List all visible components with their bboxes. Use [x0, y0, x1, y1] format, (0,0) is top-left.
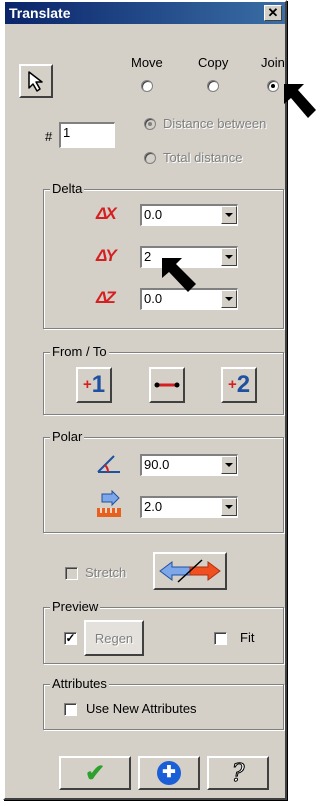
chevron-down-icon[interactable] — [221, 498, 237, 516]
vector-line-icon — [154, 382, 180, 388]
chevron-down-icon[interactable] — [221, 456, 237, 474]
preview-checkbox[interactable]: ✓ — [64, 632, 77, 645]
stretch-checkbox[interactable] — [65, 567, 78, 580]
polar-distance-combo[interactable]: 2.0 — [140, 496, 238, 518]
delta-x-combo[interactable]: 0.0 — [140, 204, 238, 226]
apply-button[interactable]: ✚ — [138, 756, 200, 790]
delta-y-label: ΔY — [96, 246, 117, 265]
count-input[interactable]: 1 — [59, 122, 115, 148]
distance-between-radio[interactable] — [144, 118, 156, 130]
attributes-title: Attributes — [50, 676, 109, 691]
polar-angle-combo[interactable]: 90.0 — [140, 454, 238, 476]
help-icon: ? — [231, 759, 245, 788]
join-radio[interactable] — [267, 80, 279, 92]
total-distance-label: Total distance — [163, 150, 243, 165]
stretch-direction-button[interactable] — [153, 552, 227, 590]
ok-button[interactable]: ✔ — [59, 756, 131, 790]
attributes-group: Attributes Use New Attributes — [43, 676, 284, 730]
close-button[interactable]: ✕ — [264, 5, 282, 21]
select-entities-button[interactable] — [19, 64, 53, 98]
from-to-title: From / To — [50, 344, 109, 359]
close-icon: ✕ — [267, 5, 279, 20]
distance-ruler-icon — [97, 490, 121, 517]
stretch-arrows-icon — [159, 559, 221, 583]
delta-z-label: ΔZ — [96, 288, 116, 307]
delta-y-value: 2 — [144, 249, 152, 264]
title-bar: Translate ✕ — [5, 2, 285, 24]
plus-two-icon: +2 — [227, 371, 251, 398]
chevron-down-icon[interactable] — [221, 290, 237, 308]
from-point-button[interactable]: +1 — [76, 367, 112, 403]
annotation-arrow-join — [284, 84, 316, 118]
vector-button[interactable] — [149, 367, 185, 403]
help-button[interactable]: ? — [207, 756, 269, 790]
stretch-label: Stretch — [85, 565, 127, 580]
to-point-button[interactable]: +2 — [221, 367, 257, 403]
translate-dialog: Translate ✕ Move Copy Join # 1 Distance … — [3, 0, 287, 800]
distance-between-label: Distance between — [163, 116, 267, 131]
annotation-arrow-delta-y — [162, 258, 196, 292]
delta-title: Delta — [50, 181, 85, 196]
polar-angle-value: 90.0 — [144, 457, 170, 472]
move-radio[interactable] — [141, 80, 153, 92]
polar-distance-value: 2.0 — [144, 499, 163, 514]
copy-radio[interactable] — [207, 80, 219, 92]
delta-x-label: ΔX — [96, 204, 117, 223]
chevron-down-icon[interactable] — [221, 206, 237, 224]
fit-label: Fit — [240, 630, 255, 645]
from-to-group: From / To +1 +2 — [43, 344, 284, 415]
check-icon: ✔ — [84, 759, 106, 787]
join-label: Join — [261, 55, 285, 70]
window-title: Translate — [9, 5, 71, 21]
delta-x-value: 0.0 — [144, 207, 163, 222]
move-label: Move — [131, 55, 163, 70]
total-distance-radio[interactable] — [144, 152, 156, 164]
preview-title: Preview — [50, 599, 101, 614]
copy-label: Copy — [198, 55, 229, 70]
chevron-down-icon[interactable] — [221, 248, 237, 266]
plus-one-icon: +1 — [82, 371, 106, 398]
use-new-attributes-label: Use New Attributes — [86, 701, 197, 716]
pointer-arrow-icon — [28, 71, 43, 92]
polar-title: Polar — [50, 429, 85, 444]
plus-circle-icon: ✚ — [157, 761, 181, 785]
angle-icon — [97, 455, 120, 473]
use-new-attributes-checkbox[interactable] — [64, 703, 77, 716]
regen-button[interactable]: Regen — [84, 620, 144, 656]
fit-checkbox[interactable] — [214, 632, 227, 645]
count-label: # — [45, 129, 53, 144]
polar-group: Polar 90.0 2.0 — [43, 429, 284, 533]
preview-group: Preview ✓ Regen Fit — [43, 599, 284, 664]
regen-label: Regen — [94, 630, 134, 646]
